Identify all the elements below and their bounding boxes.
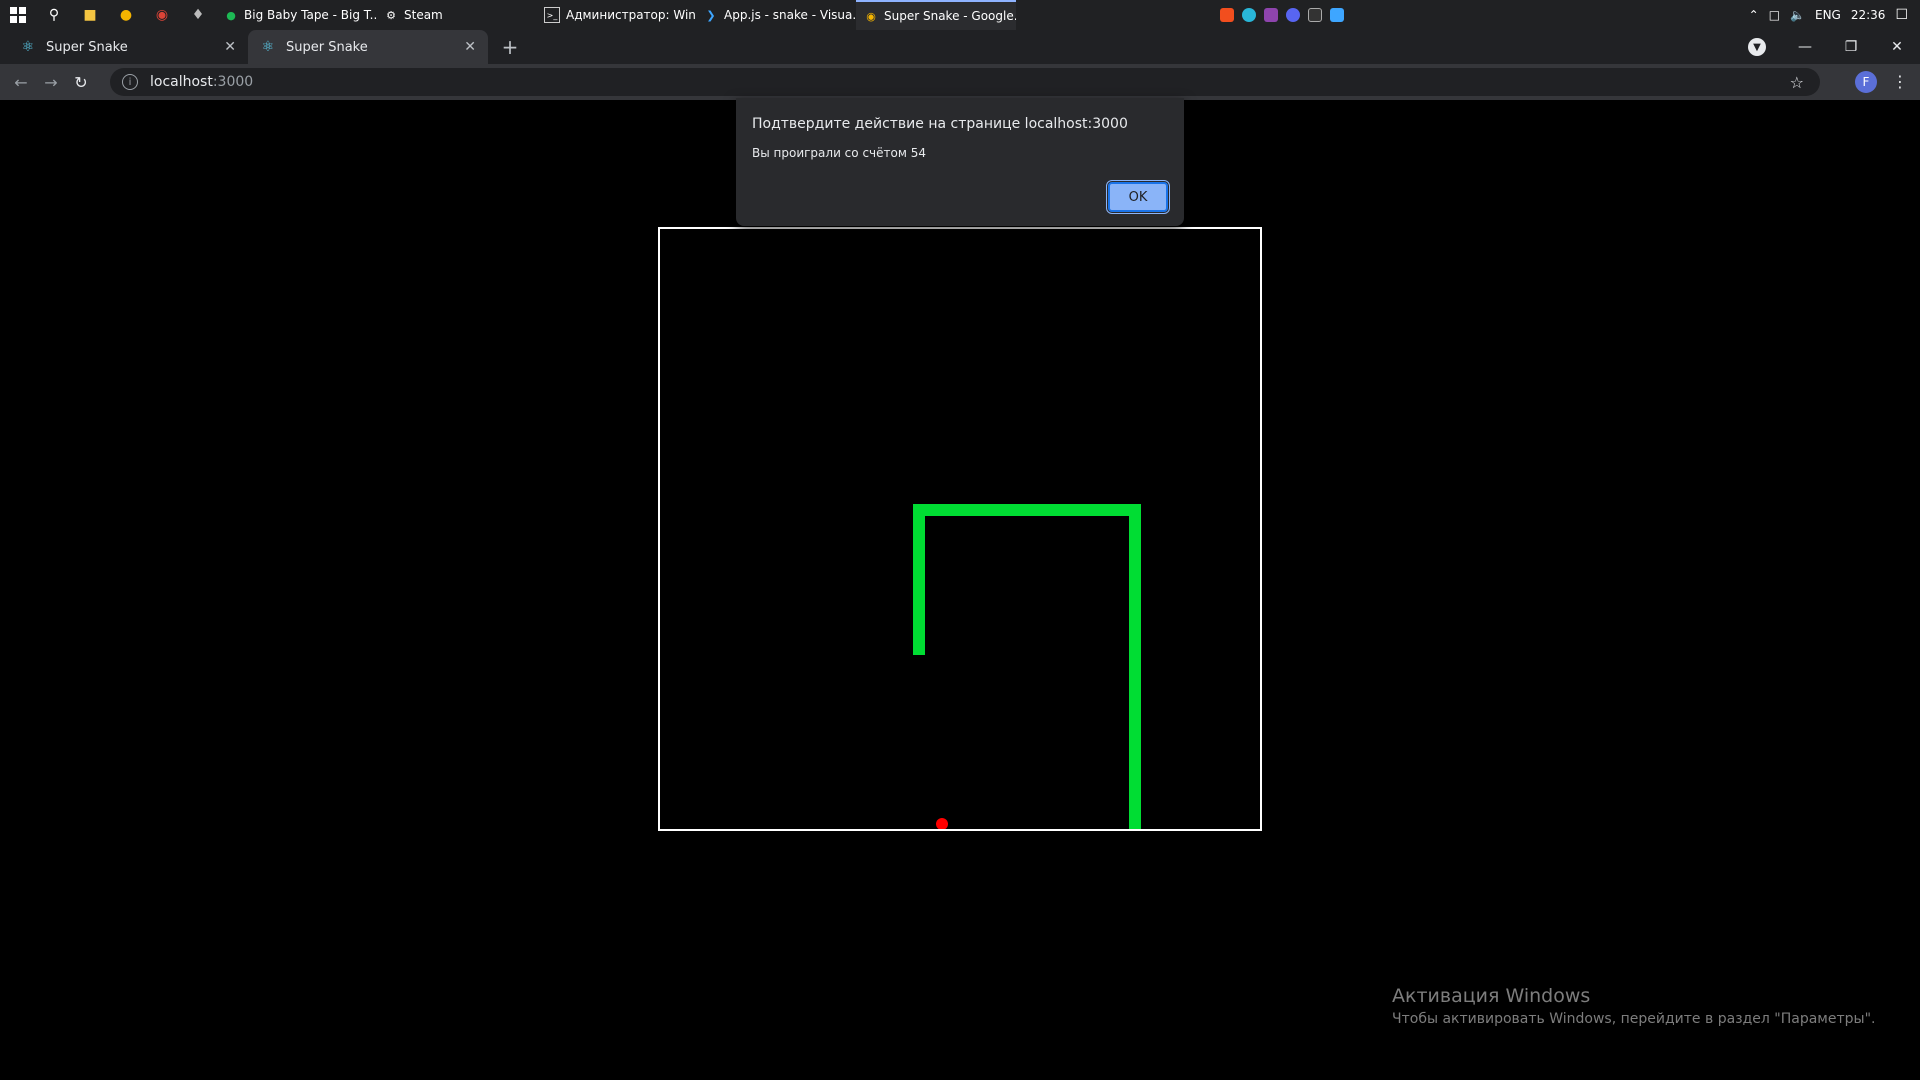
system-tray: ⌃ □ 🔈 ENG 22:36 ☐ <box>1749 0 1920 30</box>
search-icon[interactable]: ⚲ <box>36 0 72 30</box>
browser-tab-strip: ⚛ Super Snake ✕ ⚛ Super Snake ✕ + ▼ — ❐ … <box>0 30 1920 64</box>
react-favicon-icon: ⚛ <box>261 39 275 55</box>
taskbar-app-label: Super Snake - Google... <box>884 9 1016 23</box>
url-host: localhost <box>150 74 213 90</box>
url-port: :3000 <box>212 74 254 90</box>
volume-icon[interactable]: 🔈 <box>1790 8 1805 22</box>
ok-button[interactable]: OK <box>1106 180 1170 214</box>
reload-icon[interactable]: ↻ <box>66 73 96 92</box>
spotify-icon: ● <box>226 8 236 22</box>
chevron-up-icon[interactable]: ⌃ <box>1749 8 1759 22</box>
dialog-title: Подтвердите действие на странице localho… <box>752 116 1128 132</box>
vscode-tray-icon[interactable] <box>1330 8 1344 22</box>
language-indicator[interactable]: ENG <box>1815 8 1841 22</box>
menu-kebab-icon[interactable]: ⋮ <box>1892 72 1908 91</box>
steam-icon: ⚙ <box>386 8 396 22</box>
figma-icon[interactable] <box>1220 8 1234 22</box>
taskbar-app-steam[interactable]: ⚙ Steam <box>376 0 536 30</box>
browser-toolbar: ← → ↻ i localhost:3000 ☆ F ⋮ <box>0 64 1920 100</box>
file-explorer-icon[interactable]: ■ <box>72 0 108 30</box>
react-favicon-icon: ⚛ <box>21 39 35 55</box>
dialog-message: Вы проиграли со счётом 54 <box>752 146 926 160</box>
taskbar-app-cmd[interactable]: >_ Администратор: Win... <box>536 0 696 30</box>
taskbar-app-vscode[interactable]: ❯ App.js - snake - Visua... <box>696 0 856 30</box>
restore-icon[interactable]: ❐ <box>1828 39 1874 55</box>
site-info-icon[interactable]: i <box>122 74 138 90</box>
profile-avatar[interactable]: F <box>1855 71 1877 93</box>
alert-dialog: Подтвердите действие на странице localho… <box>736 98 1184 226</box>
chrome-pinned-icon[interactable]: ◉ <box>144 0 180 30</box>
back-arrow-icon[interactable]: ← <box>6 73 36 92</box>
epic-games-icon[interactable] <box>1308 8 1322 22</box>
windows-activation-watermark: Активация Windows Чтобы активировать Win… <box>1392 985 1875 1027</box>
vscode-icon: ❯ <box>706 8 716 22</box>
address-bar[interactable]: i localhost:3000 ☆ <box>110 68 1820 96</box>
app-purple-icon[interactable] <box>1264 8 1278 22</box>
snake-body <box>913 504 1141 829</box>
browser-tab[interactable]: ⚛ Super Snake ✕ <box>8 30 248 64</box>
taskbar-app-spotify[interactable]: ● Big Baby Tape - Big T... <box>216 0 376 30</box>
close-tab-icon[interactable]: ✕ <box>464 39 476 55</box>
tab-title: Super Snake <box>46 39 128 55</box>
notifications-icon[interactable]: ☐ <box>1895 7 1908 23</box>
game-board[interactable] <box>658 227 1262 831</box>
windows-start-button[interactable] <box>0 0 36 30</box>
app-round-icon[interactable] <box>1242 8 1256 22</box>
forward-arrow-icon[interactable]: → <box>36 73 66 92</box>
food-dot <box>936 818 948 829</box>
windows-logo-icon <box>10 7 26 23</box>
cmd-icon: >_ <box>544 7 560 23</box>
window-controls: — ❐ ✕ <box>1782 30 1920 64</box>
tab-title: Super Snake <box>286 39 368 55</box>
taskbar-app-label: Steam <box>404 8 443 22</box>
taskbar-app-label: App.js - snake - Visua... <box>724 8 856 22</box>
discord-icon[interactable] <box>1286 8 1300 22</box>
taskbar-app-chrome[interactable]: ◉ Super Snake - Google... <box>856 0 1016 30</box>
close-tab-icon[interactable]: ✕ <box>224 39 236 55</box>
watermark-title: Активация Windows <box>1392 985 1591 1007</box>
pinned-tray-icons <box>1220 0 1344 30</box>
browser-tab-active[interactable]: ⚛ Super Snake ✕ <box>248 30 488 64</box>
network-icon[interactable]: □ <box>1769 8 1780 22</box>
tab-search-icon[interactable]: ▼ <box>1748 38 1766 56</box>
taskbar-app-label: Big Baby Tape - Big T... <box>244 8 376 22</box>
close-window-icon[interactable]: ✕ <box>1874 39 1920 55</box>
chrome-icon: ◉ <box>866 9 876 23</box>
game-canvas <box>913 504 1141 829</box>
bookmark-star-icon[interactable]: ☆ <box>1790 73 1804 92</box>
app-pinned-icon[interactable]: ♦ <box>180 0 216 30</box>
browser-pinned-icon[interactable]: ● <box>108 0 144 30</box>
clock[interactable]: 22:36 <box>1851 8 1886 22</box>
new-tab-button[interactable]: + <box>496 30 524 64</box>
windows-taskbar: ⚲ ■ ● ◉ ♦ ● Big Baby Tape - Big T... ⚙ S… <box>0 0 1920 30</box>
taskbar-app-label: Администратор: Win... <box>566 8 696 22</box>
watermark-subtitle: Чтобы активировать Windows, перейдите в … <box>1392 1011 1876 1027</box>
minimize-icon[interactable]: — <box>1782 39 1828 55</box>
